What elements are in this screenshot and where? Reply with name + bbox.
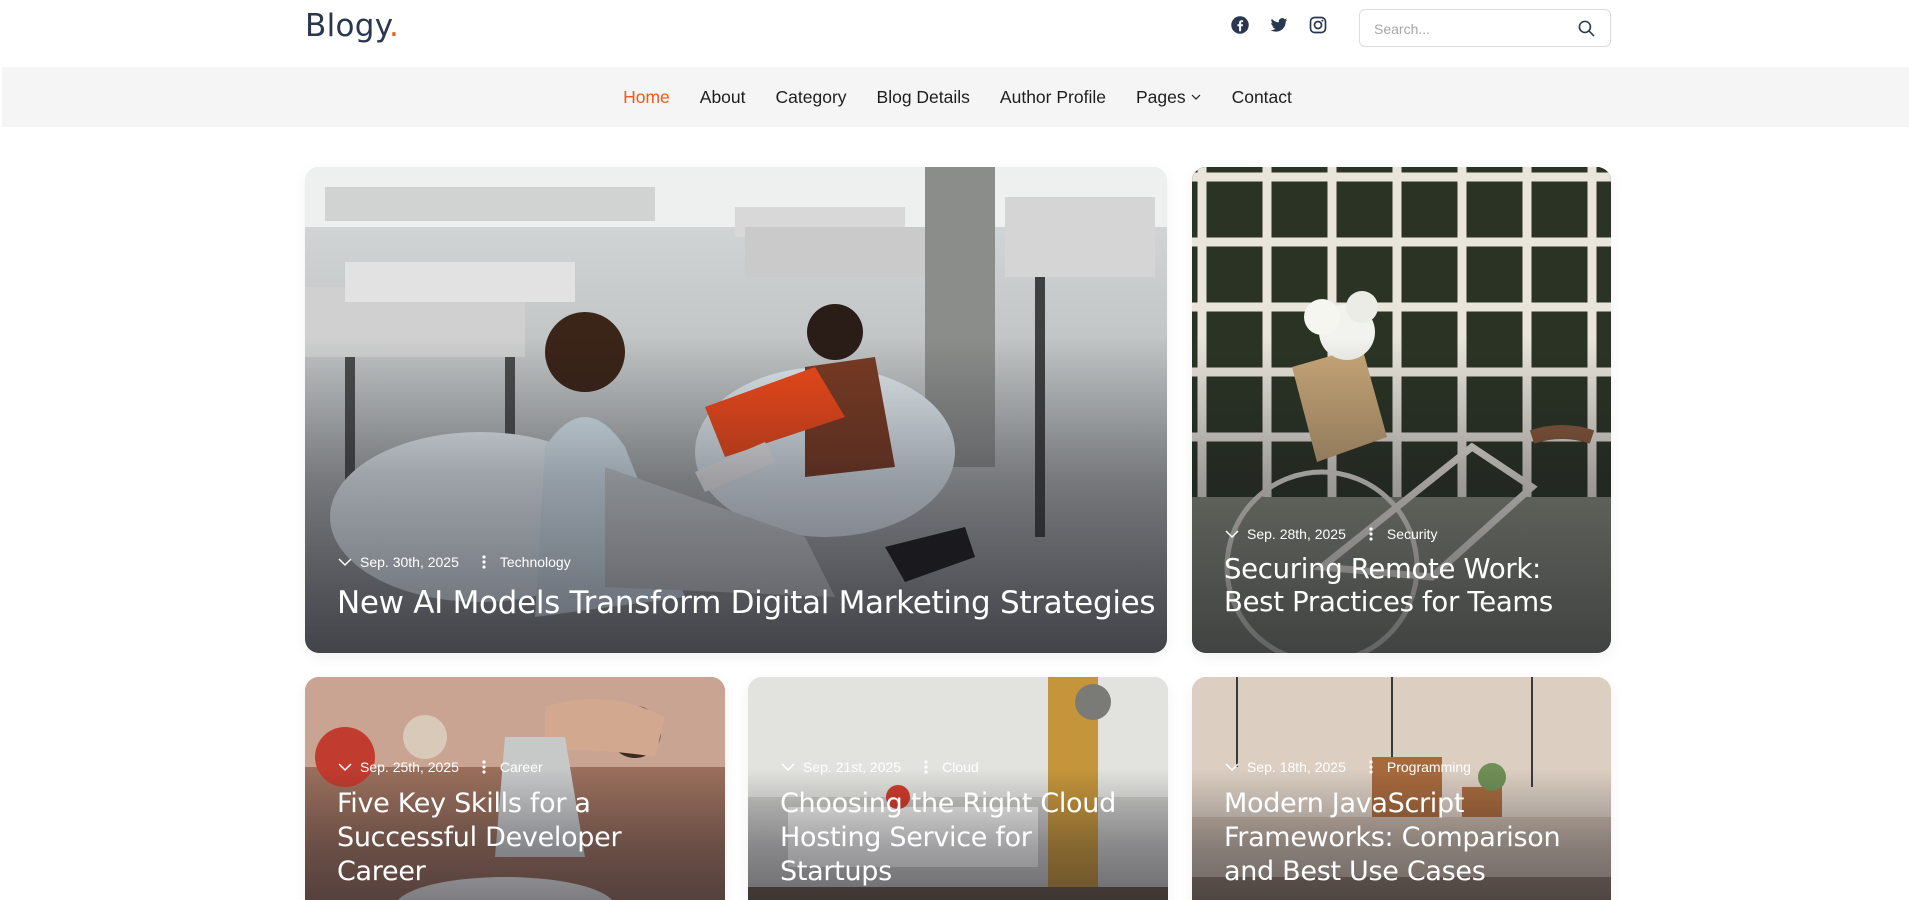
post-category[interactable]: Technology bbox=[500, 554, 571, 570]
featured-post-card[interactable]: Sep. 30th, 2025 Technology New AI Models… bbox=[305, 167, 1167, 653]
post-category[interactable]: Career bbox=[500, 759, 543, 775]
post-date: Sep. 30th, 2025 bbox=[360, 554, 459, 570]
post-meta: Sep. 28th, 2025 Security bbox=[1224, 526, 1437, 542]
chevron-down-icon bbox=[1225, 763, 1239, 772]
logo-dot: . bbox=[388, 8, 400, 44]
post-card[interactable]: Sep. 28th, 2025 Security Securing Remote… bbox=[1192, 167, 1611, 653]
post-card[interactable]: Sep. 25th, 2025 Career Five Key Skills f… bbox=[305, 677, 725, 900]
post-meta: Sep. 21st, 2025 Cloud bbox=[780, 759, 979, 775]
post-date: Sep. 21st, 2025 bbox=[803, 759, 902, 775]
logo-text: Blogy bbox=[305, 8, 389, 44]
post-title[interactable]: Five Key Skills for a Successful Develop… bbox=[337, 787, 677, 889]
facebook-icon[interactable] bbox=[1230, 15, 1250, 35]
post-date: Sep. 28th, 2025 bbox=[1247, 526, 1346, 542]
post-category[interactable]: Security bbox=[1387, 526, 1438, 542]
post-date: Sep. 18th, 2025 bbox=[1247, 759, 1346, 775]
site-logo[interactable]: Blogy. bbox=[305, 8, 399, 44]
twitter-icon[interactable] bbox=[1269, 15, 1289, 35]
nav-item-about[interactable]: About bbox=[700, 87, 746, 108]
more-dots-icon bbox=[1369, 527, 1373, 541]
post-card[interactable]: Sep. 21st, 2025 Cloud Choosing the Right… bbox=[748, 677, 1168, 900]
post-meta: Sep. 25th, 2025 Career bbox=[337, 759, 543, 775]
nav-item-blog-details[interactable]: Blog Details bbox=[877, 87, 970, 108]
post-category[interactable]: Programming bbox=[1387, 759, 1471, 775]
chevron-down-icon bbox=[338, 558, 352, 567]
nav-menu: Home About Category Blog Details Author … bbox=[2, 67, 1909, 127]
nav-item-author-profile[interactable]: Author Profile bbox=[1000, 87, 1106, 108]
post-title[interactable]: Modern JavaScript Frameworks: Comparison… bbox=[1224, 787, 1594, 889]
nav-item-pages-label: Pages bbox=[1135, 86, 1186, 107]
search-input[interactable] bbox=[1374, 19, 1564, 39]
more-dots-icon bbox=[482, 555, 486, 569]
post-title[interactable]: Securing Remote Work: Best Practices for… bbox=[1224, 553, 1594, 619]
post-title[interactable]: Choosing the Right Cloud Hosting Service… bbox=[780, 787, 1120, 889]
instagram-icon[interactable] bbox=[1308, 15, 1328, 35]
search-box bbox=[1359, 9, 1611, 47]
post-meta: Sep. 18th, 2025 Programming bbox=[1224, 759, 1471, 775]
chevron-down-icon bbox=[1225, 530, 1239, 539]
more-dots-icon bbox=[924, 760, 928, 774]
chevron-down-icon bbox=[338, 763, 352, 772]
chevron-down-icon bbox=[781, 763, 795, 772]
site-header: Blogy. bbox=[0, 0, 1909, 67]
post-meta: Sep. 30th, 2025 Technology bbox=[337, 554, 571, 570]
main-navigation: Home About Category Blog Details Author … bbox=[2, 67, 1909, 127]
nav-item-contact[interactable]: Contact bbox=[1232, 87, 1292, 108]
nav-item-pages[interactable]: Pages bbox=[1136, 87, 1202, 108]
post-card[interactable]: Sep. 18th, 2025 Programming Modern JavaS… bbox=[1192, 677, 1611, 900]
post-date: Sep. 25th, 2025 bbox=[360, 759, 459, 775]
nav-item-category[interactable]: Category bbox=[776, 87, 847, 108]
social-links bbox=[1230, 15, 1328, 35]
post-title[interactable]: New AI Models Transform Digital Marketin… bbox=[337, 585, 1157, 621]
nav-item-home[interactable]: Home bbox=[623, 87, 670, 108]
more-dots-icon bbox=[1369, 760, 1373, 774]
search-icon[interactable] bbox=[1577, 19, 1596, 38]
more-dots-icon bbox=[482, 760, 486, 774]
post-category[interactable]: Cloud bbox=[942, 759, 979, 775]
chevron-down-icon bbox=[1191, 94, 1201, 100]
